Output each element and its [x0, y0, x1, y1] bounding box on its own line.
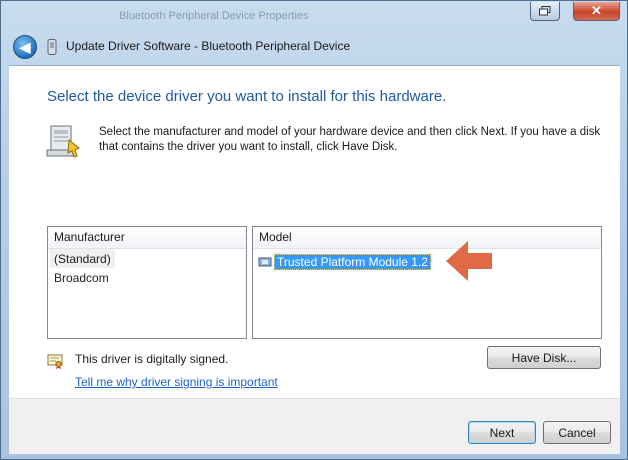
restore-button[interactable] — [530, 2, 560, 21]
wizard-header: ◀ Update Driver Software - Bluetooth Per… — [9, 29, 620, 65]
back-button[interactable]: ◀ — [13, 35, 37, 59]
background-window-title: Bluetooth Peripheral Device Properties — [119, 10, 309, 22]
model-list[interactable]: Model Trusted Platform Module 1.2 — [252, 226, 602, 339]
signed-certificate-icon — [47, 354, 63, 369]
hardware-install-icon — [46, 125, 80, 158]
model-label-selected[interactable]: Trusted Platform Module 1.2 — [274, 254, 431, 270]
page-heading: Select the device driver you want to ins… — [47, 88, 447, 105]
instructions-text: Select the manufacturer and model of you… — [99, 126, 601, 153]
wizard-title: Update Driver Software - Bluetooth Perip… — [66, 39, 351, 53]
list-item-manufacturer-broadcom[interactable]: Broadcom — [48, 268, 246, 287]
close-button[interactable]: ✕ — [573, 2, 620, 21]
list-item-model[interactable]: Trusted Platform Module 1.2 — [258, 253, 431, 271]
bluetooth-device-icon — [47, 39, 57, 55]
dialog-window: Bluetooth Peripheral Device Properties ✕… — [0, 0, 628, 460]
pointer-arrow-icon — [446, 241, 492, 281]
restore-icon — [539, 6, 551, 16]
tpm-chip-icon — [258, 257, 272, 267]
model-column-header[interactable]: Model — [253, 227, 601, 249]
have-disk-button[interactable]: Have Disk... — [487, 346, 601, 369]
signing-status: This driver is digitally signed. — [75, 352, 229, 366]
driver-signing-link[interactable]: Tell me why driver signing is important — [75, 375, 278, 389]
list-item-manufacturer-standard[interactable]: (Standard) — [50, 249, 115, 268]
manufacturer-list[interactable]: Manufacturer (Standard) Broadcom — [47, 226, 247, 339]
cancel-button[interactable]: Cancel — [543, 421, 611, 444]
manufacturer-column-header[interactable]: Manufacturer — [48, 227, 246, 249]
next-button[interactable]: Next — [468, 421, 536, 444]
